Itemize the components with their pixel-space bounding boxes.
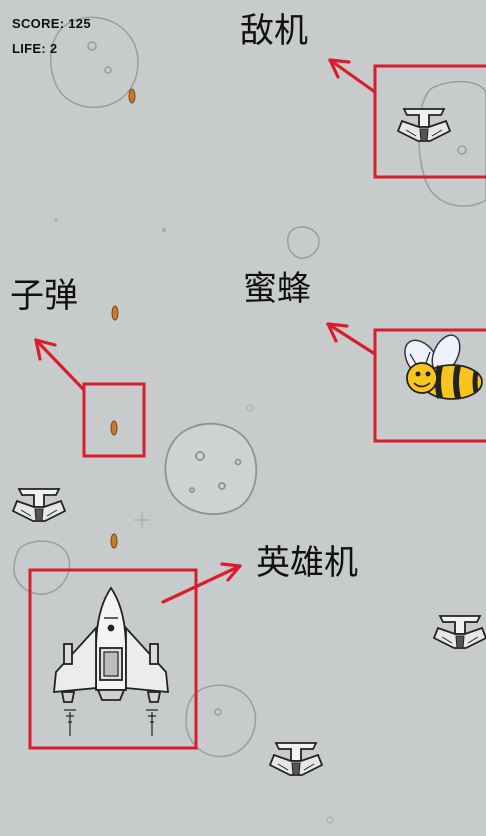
enemy-annotation-label: 敌机 [240,11,308,51]
game-canvas[interactable]: SCORE: 125 LIFE: 2 敌机 蜜蜂 子弹 英雄机 [0,0,486,836]
bullet-icon [111,305,119,321]
asteroid-icon [164,422,258,516]
asteroid-icon [286,226,320,259]
asteroid-icon [418,80,486,207]
hero-plane-icon[interactable] [52,586,170,736]
enemy-plane-icon[interactable] [397,108,451,142]
annotation-arrows [34,58,377,604]
life-label: LIFE: 2 [12,41,58,56]
bullet-annotation-label: 子弹 [10,276,78,316]
bullet-icon [110,533,118,549]
bullet-annotation-box [82,382,146,458]
sparkle-icon [134,512,150,528]
bee-annotation-label: 蜜蜂 [243,269,311,309]
bee-icon[interactable] [398,331,483,400]
asteroid-icon [13,540,71,595]
enemy-plane-icon[interactable] [12,488,66,522]
hero-annotation-label: 英雄机 [256,543,358,583]
bullet-icon [128,88,136,104]
bullet-icon [110,420,118,436]
enemy-plane-icon[interactable] [433,615,486,649]
game-scene [12,16,486,824]
bullet-arrow [34,338,86,392]
score-label: SCORE: 125 [12,16,91,31]
enemy-plane-icon[interactable] [269,742,323,776]
